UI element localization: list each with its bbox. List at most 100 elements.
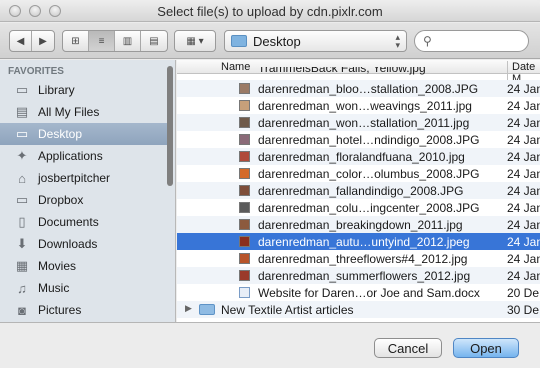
file-list: Name Date M TrammelsBack Falls, Yellow.j… (177, 60, 540, 322)
sidebar-item-label: Documents (38, 215, 99, 229)
search-icon: ⚲ (423, 34, 432, 48)
location-popup[interactable]: Desktop ▴ ▾ (224, 30, 407, 52)
sidebar-item-movies[interactable]: ▦ Movies (0, 255, 170, 277)
file-name: TrammelsBack Falls, Yellow.jpg (258, 67, 426, 75)
file-name: darenredman_breakingdown_2011.jpg (258, 218, 463, 232)
chevron-right-icon: ▶ (39, 35, 47, 47)
files-icon: ▤ (15, 104, 29, 119)
dialog-footer: Cancel Open (0, 322, 540, 368)
file-date: 24 Jan (507, 133, 540, 147)
image-thumbnail-icon (239, 100, 250, 111)
folder-icon: ▭ (15, 82, 29, 97)
file-name: darenredman_summerflowers_2012.jpg (258, 269, 471, 283)
favorites-heading: FAVORITES (8, 66, 64, 77)
document-icon (239, 287, 250, 298)
image-thumbnail-icon (239, 134, 250, 145)
image-thumbnail-icon (239, 219, 250, 230)
sidebar-item-documents[interactable]: ▯ Documents (0, 211, 170, 233)
cover-flow-icon: ▤ (149, 35, 159, 47)
file-name: darenredman_won…weavings_2011.jpg (258, 99, 472, 113)
file-row[interactable]: Website for Daren…or Joe and Sam.docx 20… (177, 284, 540, 301)
file-row[interactable]: darenredman_threeflowers#4_2012.jpg 24 J… (177, 250, 540, 267)
sidebar-item-label: Dropbox (38, 193, 84, 207)
file-date: 24 Jan (507, 99, 540, 113)
file-row[interactable]: darenredman_won…weavings_2011.jpg 24 Jan (177, 97, 540, 114)
file-name: darenredman_floralandfuana_2010.jpg (258, 150, 465, 164)
location-label: Desktop (253, 33, 301, 49)
file-row[interactable]: darenredman_colu…ingcenter_2008.JPG 24 J… (177, 199, 540, 216)
file-name: darenredman_won…stallation_2011.jpg (258, 116, 470, 130)
sidebar-item-desktop[interactable]: ▭ Desktop (0, 123, 170, 145)
sidebar-item-dropbox[interactable]: ▭ Dropbox (0, 189, 170, 211)
pictures-icon: ◙ (18, 302, 26, 318)
file-date: 24 Jan (507, 269, 540, 283)
file-name: darenredman_hotel…ndindigo_2008.JPG (258, 133, 480, 147)
file-row[interactable]: darenredman_breakingdown_2011.jpg 24 Jan (177, 216, 540, 233)
file-row[interactable]: darenredman_bloo…stallation_2008.JPG 24 … (177, 80, 540, 97)
sidebar-item-downloads[interactable]: ⬇ Downloads (0, 233, 170, 255)
open-button[interactable]: Open (453, 338, 519, 358)
image-thumbnail-icon (239, 270, 250, 281)
file-date: 24 Jan (507, 201, 540, 215)
sidebar-item-label: josbertpitcher (38, 171, 111, 185)
back-button[interactable]: ◀ (10, 31, 32, 51)
image-thumbnail-icon (239, 185, 250, 196)
sidebar-item-music[interactable]: ♫ Music (0, 277, 170, 299)
sidebar-item-library[interactable]: ▭ Library (0, 79, 170, 101)
image-thumbnail-icon (239, 236, 250, 247)
file-row[interactable]: darenredman_fallandindigo_2008.JPG 24 Ja… (177, 182, 540, 199)
file-name: darenredman_autu…untyind_2012.jpeg (258, 235, 470, 249)
file-row[interactable]: darenredman_won…stallation_2011.jpg 24 J… (177, 114, 540, 131)
file-row[interactable]: TrammelsBack Falls, Yellow.jpg (177, 67, 540, 76)
column-view-button[interactable]: ▥ (115, 31, 141, 51)
sidebar-item-all-my-files[interactable]: ▤ All My Files (0, 101, 170, 123)
file-row-selected[interactable]: darenredman_autu…untyind_2012.jpeg 24 Ja… (177, 233, 540, 250)
sidebar-item-home[interactable]: ⌂ josbertpitcher (0, 167, 170, 189)
sidebar-item-label: Movies (38, 259, 77, 273)
downloads-icon: ⬇ (16, 236, 28, 251)
file-row[interactable]: darenredman_color…olumbus_2008.JPG 24 Ja… (177, 165, 540, 182)
file-row[interactable]: darenredman_summerflowers_2012.jpg 24 Ja… (177, 267, 540, 284)
list-view-button[interactable]: ≡ (89, 31, 115, 51)
folder-name: New Textile Artist articles (221, 303, 354, 317)
file-date: 24 Jan (507, 184, 540, 198)
file-name: darenredman_fallandindigo_2008.JPG (258, 184, 464, 198)
file-row[interactable]: darenredman_floralandfuana_2010.jpg 24 J… (177, 148, 540, 165)
image-thumbnail-icon (239, 168, 250, 179)
cancel-button[interactable]: Cancel (374, 338, 442, 358)
forward-button[interactable]: ▶ (32, 31, 54, 51)
home-icon: ⌂ (18, 170, 26, 186)
back-forward-group: ◀ ▶ (9, 30, 55, 52)
view-mode-group: ⊞ ≡ ▥ ▤ (62, 30, 168, 52)
folder-row[interactable]: ▶ New Textile Artist articles 30 De (177, 301, 540, 318)
arrange-button[interactable]: ▦ ▾ (174, 30, 216, 52)
sidebar-item-pictures[interactable]: ◙ Pictures (0, 299, 170, 321)
grid-icon: ▦ ▾ (186, 35, 204, 47)
file-row[interactable]: darenredman_hotel…ndindigo_2008.JPG 24 J… (177, 131, 540, 148)
folder-icon: ▭ (15, 192, 29, 207)
file-date: 24 Jan (507, 252, 540, 266)
cover-flow-button[interactable]: ▤ (141, 31, 167, 51)
list-view-icon: ≡ (98, 35, 105, 47)
file-name: darenredman_bloo…stallation_2008.JPG (258, 82, 479, 96)
sidebar-item-label: Library (38, 83, 75, 97)
icon-view-icon: ⊞ (71, 35, 80, 47)
image-thumbnail-icon (239, 117, 250, 128)
disclosure-triangle-icon[interactable]: ▶ (185, 303, 192, 314)
movies-icon: ▦ (15, 258, 29, 273)
icon-view-button[interactable]: ⊞ (63, 31, 89, 51)
file-name: Website for Daren…or Joe and Sam.docx (258, 286, 480, 300)
applications-icon: ✦ (16, 148, 28, 163)
sidebar-scrollbar[interactable] (167, 66, 173, 186)
title-bar: Select file(s) to upload by cdn.pixlr.co… (0, 0, 540, 22)
window-title: Select file(s) to upload by cdn.pixlr.co… (157, 4, 383, 19)
file-date: 30 De (507, 303, 540, 317)
file-date: 24 Jan (507, 235, 540, 249)
sidebar-item-applications[interactable]: ✦ Applications (0, 145, 170, 167)
search-field[interactable]: ⚲ (414, 30, 529, 52)
image-thumbnail-icon (239, 151, 250, 162)
sidebar-item-label: Music (38, 281, 70, 295)
documents-icon: ▯ (18, 214, 26, 229)
file-date: 24 Jan (507, 116, 540, 130)
column-view-icon: ▥ (122, 35, 133, 47)
